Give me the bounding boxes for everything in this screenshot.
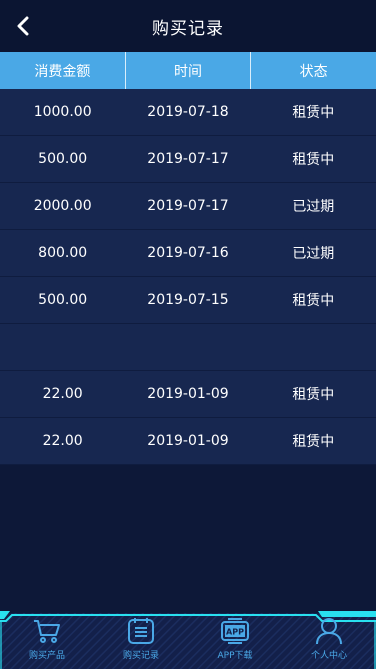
cart-icon [31, 616, 63, 646]
list-icon [125, 616, 157, 646]
status-cell: 租赁中 [292, 293, 335, 309]
tab-label: 购买记录 [122, 651, 159, 661]
status-cell: 租赁中 [292, 105, 335, 121]
tab-label: 购买产品 [28, 651, 65, 661]
tab-app-download[interactable]: APP APP下载 [188, 611, 282, 669]
date-cell: 2019-01-09 [147, 386, 229, 402]
table-row: 22.00 2019-01-09 租赁中 [0, 418, 376, 465]
column-header-status: 状态 [250, 52, 376, 89]
column-header-time: 时间 [124, 52, 251, 89]
page-title: 购买记录 [152, 18, 224, 39]
date-cell [125, 324, 250, 370]
tab-label: APP下载 [217, 651, 253, 661]
app-badge-text: APP [226, 628, 244, 637]
status-cell: 已过期 [292, 246, 335, 262]
header-bar: 购买记录 [0, 0, 376, 52]
date-cell: 2019-01-09 [147, 433, 229, 449]
amount-cell [0, 324, 125, 370]
table-row: 800.00 2019-07-16 已过期 [0, 230, 376, 277]
amount-cell: 500.00 [38, 292, 88, 308]
column-header-amount: 消费金额 [34, 63, 91, 80]
purchase-records-table: 1000.00 2019-07-18 租赁中 500.00 2019-07-17… [0, 89, 376, 465]
table-row: 500.00 2019-07-17 租赁中 [0, 136, 376, 183]
tab-label: 个人中心 [310, 651, 347, 661]
table-row: 1000.00 2019-07-18 租赁中 [0, 89, 376, 136]
status-cell: 租赁中 [292, 387, 335, 403]
tab-personal-center[interactable]: 个人中心 [282, 611, 376, 669]
table-header: 消费金额 时间 状态 [0, 52, 376, 89]
app-icon: APP [219, 616, 251, 646]
date-cell: 2019-07-17 [147, 151, 229, 167]
date-cell: 2019-07-16 [147, 245, 229, 261]
amount-cell: 1000.00 [33, 104, 92, 120]
status-cell: 已过期 [292, 199, 335, 215]
date-cell: 2019-07-15 [147, 292, 229, 308]
date-cell: 2019-07-18 [147, 104, 229, 120]
chevron-left-icon [17, 16, 29, 36]
bottom-tab-bar: 购买产品 购买记录 APP APP下载 个人中心 [0, 611, 376, 669]
status-cell: 租赁中 [292, 152, 335, 168]
status-cell: 租赁中 [292, 434, 335, 450]
tab-purchase-records[interactable]: 购买记录 [94, 611, 188, 669]
back-button[interactable] [10, 12, 36, 40]
table-row: 22.00 2019-01-09 租赁中 [0, 371, 376, 418]
table-row-empty [0, 324, 376, 371]
amount-cell: 500.00 [38, 151, 88, 167]
status-cell [251, 324, 376, 370]
table-row: 500.00 2019-07-15 租赁中 [0, 277, 376, 324]
person-icon [313, 616, 345, 646]
date-cell: 2019-07-17 [147, 198, 229, 214]
tab-buy-products[interactable]: 购买产品 [0, 611, 94, 669]
amount-cell: 22.00 [42, 433, 83, 449]
amount-cell: 22.00 [42, 386, 83, 402]
table-row: 2000.00 2019-07-17 已过期 [0, 183, 376, 230]
amount-cell: 2000.00 [33, 198, 92, 214]
amount-cell: 800.00 [38, 245, 88, 261]
